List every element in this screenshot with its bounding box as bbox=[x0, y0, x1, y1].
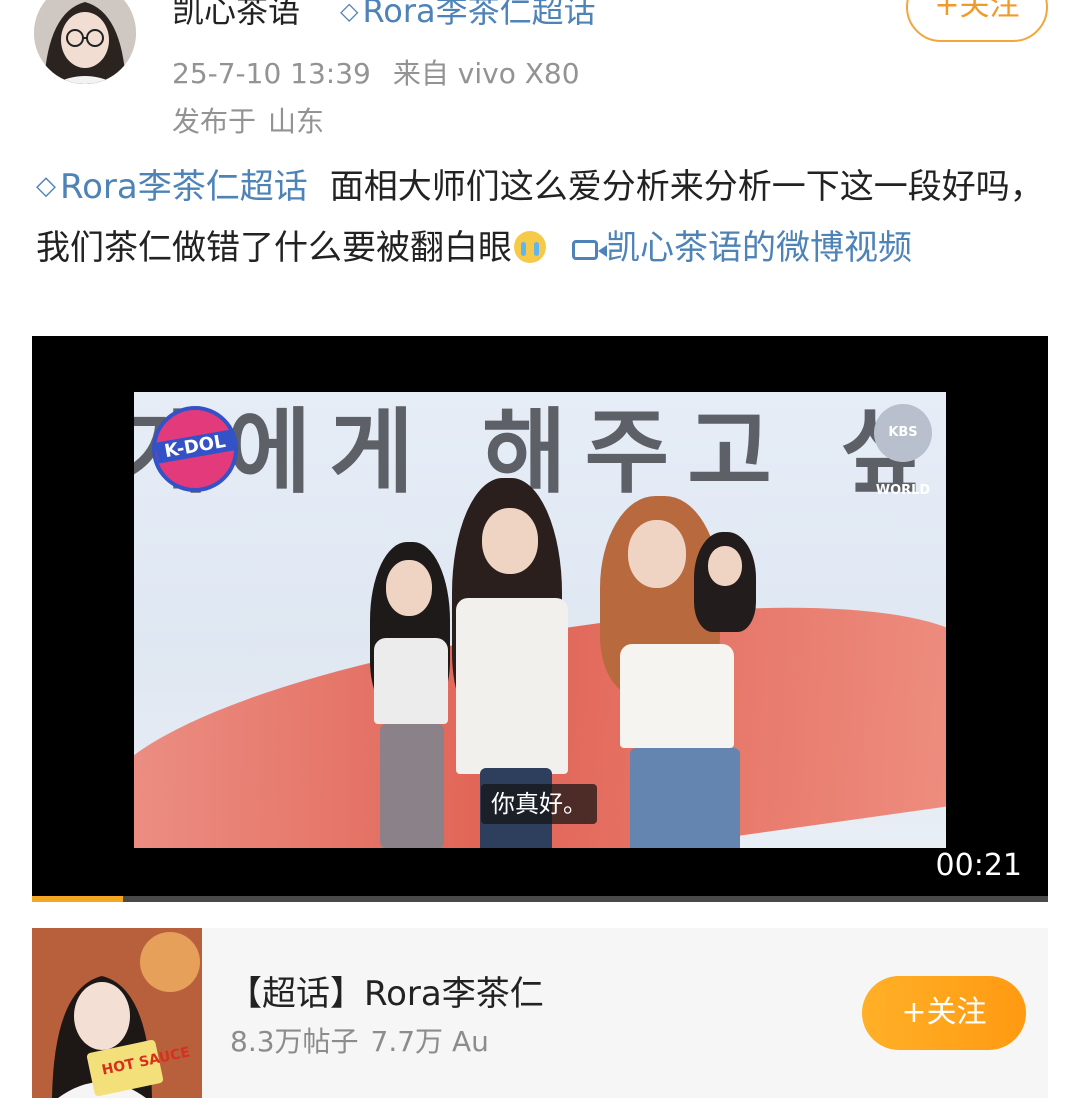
diamond-icon: ◇ bbox=[340, 0, 359, 25]
post-body: ◇ Rora李茶仁超话 面相大师们这么爱分析来分析一下这一段好吗，我们茶仁做错了什么… bbox=[36, 156, 1048, 279]
post-meta: 25-7-10 13:39 来自 vivo X80 bbox=[172, 52, 602, 92]
author-avatar[interactable] bbox=[34, 0, 136, 84]
kdol-logo: K-DOL bbox=[152, 406, 238, 492]
video-duration: 00:21 bbox=[935, 848, 1022, 883]
topic-thumbnail: HOT SAUCE bbox=[32, 928, 202, 1098]
video-player[interactable]: 게에게 해주고 싶 K-DOL KBS WORLD 你真好。 00:21 bbox=[32, 336, 1048, 902]
kbs-world-logo: KBS WORLD bbox=[874, 404, 932, 498]
topic-fan-count: 7.7万 Au bbox=[370, 1025, 489, 1058]
video-camera-icon bbox=[572, 240, 607, 260]
video-banner-text: 게에게 해주고 싶 bbox=[134, 399, 943, 506]
author-topic-badge[interactable]: ◇ Rora李茶仁超话 bbox=[340, 0, 596, 32]
video-progress-bar[interactable] bbox=[32, 896, 1048, 902]
topic-card[interactable]: HOT SAUCE 【超话】Rora李茶仁 8.3万帖子 7.7万 Au +关注 bbox=[32, 928, 1048, 1098]
location-label: 发布于 bbox=[172, 105, 257, 138]
post-source: 来自 vivo X80 bbox=[392, 57, 580, 90]
video-link[interactable]: 凯心茶语的微博视频 bbox=[606, 228, 912, 268]
crying-emoji-icon bbox=[514, 231, 546, 263]
follow-author-button[interactable]: +关注 bbox=[906, 0, 1048, 42]
location-value: 山东 bbox=[268, 105, 325, 138]
topic-stats: 8.3万帖子 7.7万 Au bbox=[230, 1020, 489, 1060]
video-progress-fill bbox=[32, 896, 124, 902]
video-frame[interactable]: 게에게 해주고 싶 K-DOL KBS WORLD 你真好。 bbox=[134, 392, 946, 848]
diamond-icon: ◇ bbox=[36, 171, 56, 201]
topic-link-label: Rora李茶仁超话 bbox=[60, 167, 308, 207]
topic-title[interactable]: 【超话】Rora李茶仁 bbox=[228, 966, 544, 1015]
video-subtitle: 你真好。 bbox=[481, 784, 597, 824]
topic-link[interactable]: ◇ Rora李茶仁超话 bbox=[36, 167, 308, 207]
post-time: 25-7-10 13:39 bbox=[172, 57, 371, 90]
follow-topic-button[interactable]: +关注 bbox=[862, 976, 1026, 1050]
topic-post-count: 8.3万帖子 bbox=[230, 1025, 359, 1058]
post-location: 发布于 山东 bbox=[172, 100, 324, 140]
author-badge-label: Rora李茶仁超话 bbox=[362, 0, 596, 30]
author-name[interactable]: 凯心茶语 bbox=[172, 0, 300, 32]
